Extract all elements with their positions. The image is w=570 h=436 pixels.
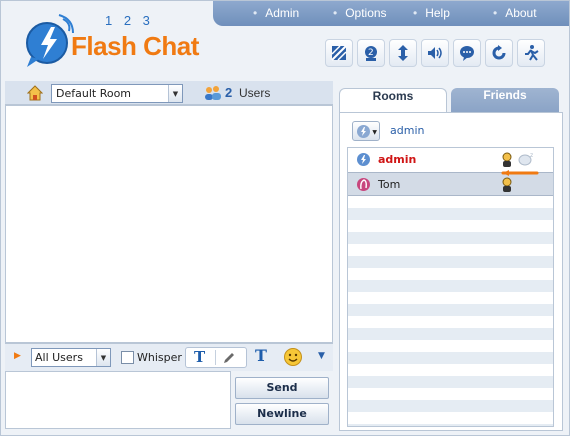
menu-about[interactable]: About [493, 6, 536, 20]
private-message-icon[interactable] [501, 152, 513, 168]
private-message-icon[interactable] [501, 177, 513, 193]
text-format-group: T [185, 347, 247, 368]
chat-messages-area[interactable] [5, 105, 333, 343]
refresh-icon [492, 45, 506, 60]
pointer-arrow-icon [501, 170, 539, 176]
smiley-icon[interactable] [283, 347, 303, 367]
user-name: Tom [378, 178, 401, 191]
message-input[interactable] [5, 371, 231, 429]
top-menu-bar: Admin Options Help About [213, 1, 569, 26]
resize-icon [398, 45, 408, 61]
avatar-icon: 2 [365, 46, 377, 61]
home-icon[interactable] [27, 85, 43, 101]
text-color-icon[interactable]: T [194, 348, 205, 366]
avatar-button[interactable]: 2 [357, 39, 385, 67]
skin-icon [331, 45, 347, 61]
user-count: 2 [225, 85, 233, 100]
exit-icon [525, 45, 539, 61]
bubble-button[interactable] [453, 39, 481, 67]
status-lightning-icon [357, 125, 370, 138]
recipient-select[interactable]: All Users ▼ [31, 348, 111, 367]
refresh-button[interactable] [485, 39, 513, 67]
users-label: Users [239, 86, 271, 100]
logo-digits: 1 2 3 [105, 13, 154, 28]
resize-button[interactable] [389, 39, 417, 67]
exit-button[interactable] [517, 39, 545, 67]
bubble-icon [460, 46, 474, 61]
logo: 1 2 3 Flash Chat [19, 9, 209, 69]
user-list: admin z Tom [347, 147, 554, 427]
users-icon [205, 86, 221, 100]
separator [215, 350, 216, 365]
user-name: admin [378, 153, 417, 166]
room-select[interactable]: Default Room ▼ [51, 84, 183, 103]
whisper-checkbox[interactable] [121, 351, 134, 364]
sound-icon [428, 47, 442, 59]
svg-text:2: 2 [368, 48, 374, 58]
sound-button[interactable] [421, 39, 449, 67]
logo-text: Flash Chat [71, 31, 199, 61]
font-size-icon[interactable]: T [255, 346, 267, 365]
compose-options-bar: ▶ All Users ▼ Whisper T T ▼ [5, 343, 333, 371]
rooms-panel: ▼ admin admin z Tom [339, 112, 563, 431]
menu-help[interactable]: Help [413, 6, 450, 20]
lightning-user-icon [357, 153, 370, 166]
flash-chat-window: 1 2 3 Flash Chat Admin Options Help Abou… [0, 0, 570, 436]
chevron-down-icon[interactable]: ▼ [168, 85, 182, 102]
svg-text:z: z [530, 152, 533, 159]
lightning-bubble-logo-icon [26, 14, 74, 67]
status-button[interactable]: ▼ [352, 121, 380, 141]
send-button[interactable]: Send [235, 377, 329, 399]
chevron-down-icon[interactable]: ▼ [318, 351, 325, 361]
tab-friends[interactable]: Friends [451, 88, 559, 113]
ignore-icon[interactable]: z [516, 151, 538, 167]
room-bar: Default Room ▼ 2 Users [5, 81, 333, 105]
female-user-icon [357, 178, 370, 191]
tab-rooms[interactable]: Rooms [339, 88, 447, 113]
expand-arrow-icon[interactable]: ▶ [14, 351, 21, 361]
pencil-icon[interactable] [222, 351, 236, 365]
chevron-down-icon: ▼ [372, 129, 377, 136]
newline-button[interactable]: Newline [235, 403, 329, 425]
recipient-select-value: All Users [35, 351, 83, 364]
current-user-name: admin [390, 124, 425, 137]
skin-button[interactable] [325, 39, 353, 67]
menu-options[interactable]: Options [333, 6, 386, 20]
chevron-down-icon[interactable]: ▼ [96, 349, 110, 366]
menu-admin[interactable]: Admin [253, 6, 299, 20]
room-select-value: Default Room [56, 87, 132, 100]
whisper-label: Whisper [137, 351, 182, 364]
